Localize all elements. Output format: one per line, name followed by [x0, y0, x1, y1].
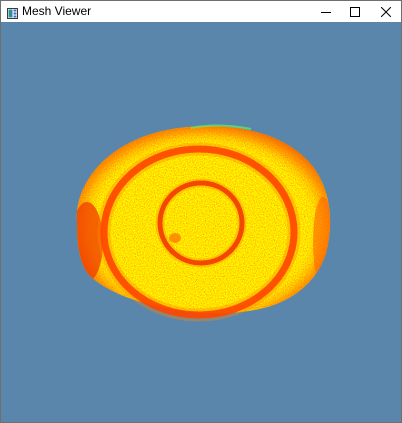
minimize-icon — [321, 7, 331, 17]
mesh-spot — [169, 233, 181, 243]
mesh-render — [76, 124, 331, 322]
minimize-button[interactable] — [311, 1, 341, 22]
maximize-icon — [350, 6, 360, 17]
3d-viewport[interactable] — [1, 22, 401, 422]
close-icon — [381, 6, 391, 17]
title-bar[interactable]: Mesh Viewer — [1, 1, 401, 22]
mesh-viewer-window: Mesh Viewer — [0, 0, 402, 423]
app-window-icon — [7, 6, 18, 19]
close-button[interactable] — [371, 1, 401, 22]
maximize-button[interactable] — [340, 1, 370, 22]
window-title: Mesh Viewer — [22, 4, 92, 18]
